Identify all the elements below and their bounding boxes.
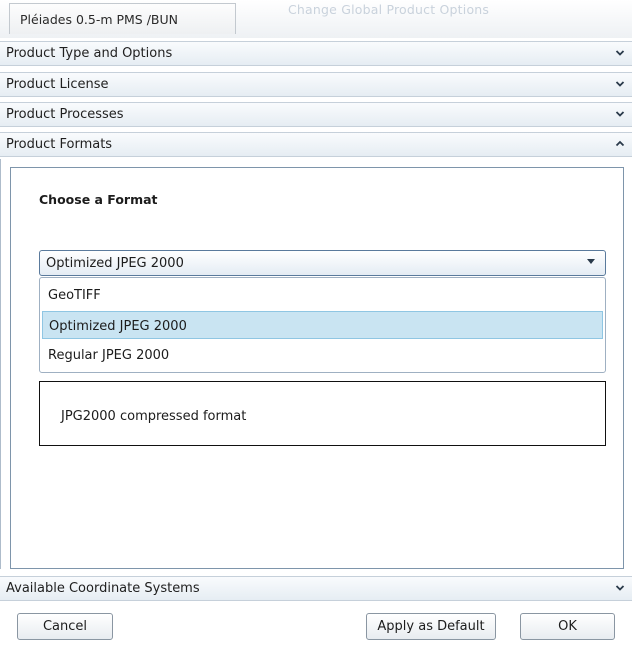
section-available-coordinate-systems[interactable]: Available Coordinate Systems — [0, 576, 632, 601]
chevron-up-icon — [615, 140, 625, 147]
section-product-formats[interactable]: Product Formats — [0, 132, 632, 157]
format-description-text: JPG2000 compressed format — [61, 409, 247, 424]
ok-button[interactable]: OK — [520, 613, 615, 640]
apply-as-default-button[interactable]: Apply as Default — [366, 613, 496, 640]
format-description: JPG2000 compressed format — [39, 381, 606, 446]
format-select[interactable]: Optimized JPEG 2000 — [39, 250, 606, 276]
format-option-optimized-jpeg2000[interactable]: Optimized JPEG 2000 — [42, 311, 603, 339]
section-label: Product License — [6, 77, 109, 92]
choose-format-heading: Choose a Format — [39, 192, 158, 207]
chevron-down-icon — [615, 50, 625, 56]
title-bar: Pléiades 0.5-m PMS /BUN Change Global Pr… — [0, 0, 632, 38]
chevron-down-icon — [615, 111, 625, 117]
format-select-value: Optimized JPEG 2000 — [46, 256, 184, 271]
section-label: Product Processes — [6, 107, 124, 122]
chevron-down-icon — [615, 81, 625, 87]
section-product-type-and-options[interactable]: Product Type and Options — [0, 41, 632, 66]
window-title: Pléiades 0.5-m PMS /BUN — [9, 3, 236, 34]
section-label: Product Type and Options — [6, 46, 173, 61]
dropdown-arrow-icon — [587, 259, 595, 264]
chevron-down-icon — [615, 585, 625, 591]
panel-rule — [0, 159, 1, 569]
format-dropdown-list: GeoTIFF Optimized JPEG 2000 Regular JPEG… — [39, 277, 606, 373]
section-label: Product Formats — [6, 137, 113, 152]
section-product-license[interactable]: Product License — [0, 72, 632, 97]
section-product-processes[interactable]: Product Processes — [0, 102, 632, 127]
format-option-geotiff[interactable]: GeoTIFF — [42, 281, 603, 309]
cancel-button[interactable]: Cancel — [17, 613, 113, 640]
section-label: Available Coordinate Systems — [6, 581, 200, 596]
format-option-regular-jpeg2000[interactable]: Regular JPEG 2000 — [42, 341, 603, 369]
dialog-ghost-title: Change Global Product Options — [288, 2, 490, 17]
